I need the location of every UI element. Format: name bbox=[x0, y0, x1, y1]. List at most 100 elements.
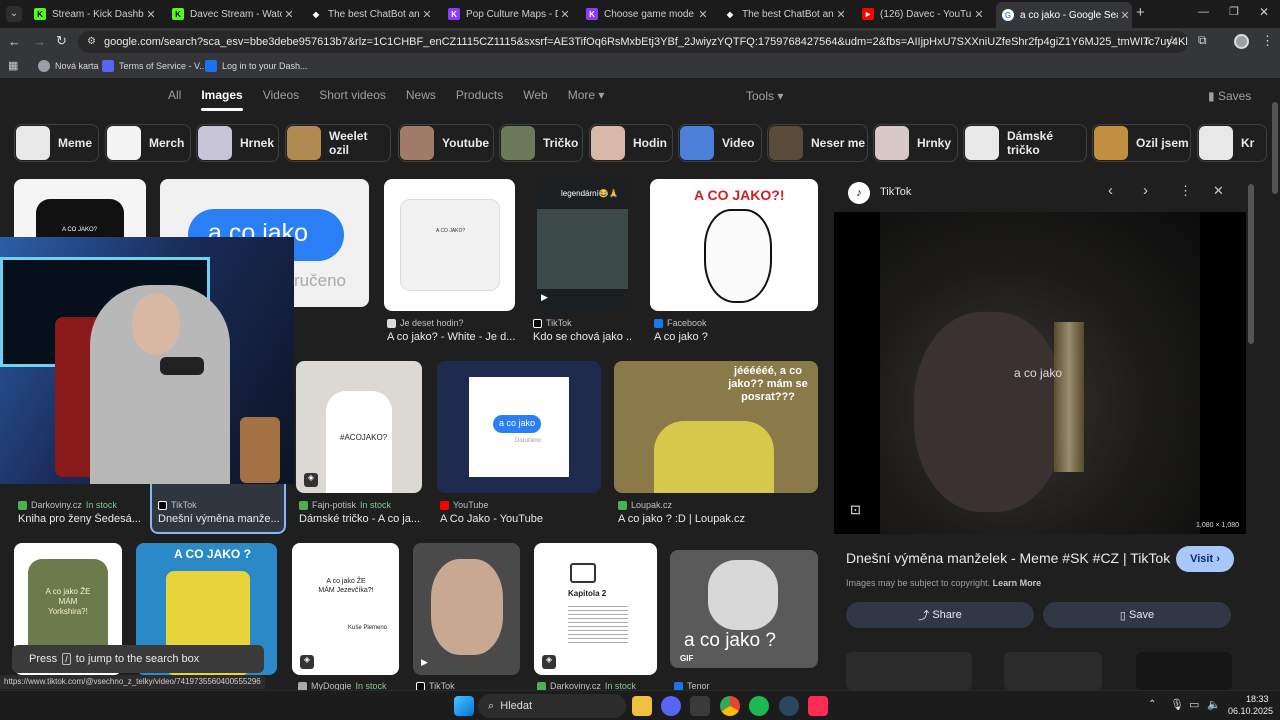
extensions-icon[interactable]: ⧉ bbox=[1198, 33, 1207, 48]
result-source[interactable]: Loupak.cz bbox=[618, 500, 672, 510]
tab-chatbot-1[interactable]: ◆ The best ChatBot and Wi ✕ bbox=[306, 2, 434, 26]
result-image-bubble-small[interactable]: a co jako Doručeno bbox=[437, 361, 601, 493]
page-scrollbar[interactable] bbox=[1272, 102, 1278, 194]
new-tab-button[interactable]: + bbox=[1136, 4, 1145, 21]
taskbar-search[interactable]: ⌕ Hledat bbox=[478, 694, 626, 718]
panel-scrollbar[interactable] bbox=[1248, 184, 1254, 344]
steam-icon[interactable] bbox=[779, 696, 799, 716]
result-caption[interactable]: A co jako? - White - Je d... bbox=[387, 331, 517, 343]
chip-meme[interactable]: Meme bbox=[14, 124, 99, 162]
close-tab-icon[interactable]: ✕ bbox=[1118, 9, 1132, 22]
result-source[interactable]: Tenor bbox=[674, 681, 710, 690]
result-caption[interactable]: Dnešní výměna manže... bbox=[158, 513, 282, 525]
tab-google-search[interactable]: G a co jako - Google Search ✕ bbox=[996, 2, 1132, 28]
tab-game-mode[interactable]: K Choose game mode - Kal ✕ bbox=[582, 2, 710, 26]
panel-source[interactable]: TikTok bbox=[880, 186, 911, 198]
tiktok-live-icon[interactable] bbox=[808, 696, 828, 716]
microphone-icon[interactable]: 🎙 bbox=[1170, 698, 1184, 711]
bookmark-new-tab[interactable]: Nová karta bbox=[38, 60, 99, 72]
result-source[interactable]: Fajn-potisk In stock bbox=[299, 500, 391, 510]
site-info-icon[interactable]: ⚙ bbox=[87, 31, 96, 53]
result-image-tshirt-white[interactable]: A CO JAKO? bbox=[384, 179, 515, 311]
restore-button[interactable]: ❐ bbox=[1229, 5, 1239, 18]
close-tab-icon[interactable]: ✕ bbox=[972, 8, 986, 21]
close-tab-icon[interactable]: ✕ bbox=[696, 8, 710, 21]
chip-hodin[interactable]: Hodin bbox=[589, 124, 673, 162]
close-panel-icon[interactable]: ✕ bbox=[1213, 183, 1224, 199]
close-tab-icon[interactable]: ✕ bbox=[558, 8, 572, 21]
result-image-white-shirt[interactable]: A co jako ŽE MÁM Jezevčíka?! Kuše Plemen… bbox=[292, 543, 399, 675]
related-thumb[interactable] bbox=[1136, 652, 1232, 690]
close-tab-icon[interactable]: ✕ bbox=[282, 8, 296, 21]
result-image-goat[interactable]: a co jako ? GIF bbox=[670, 550, 818, 668]
volume-icon[interactable]: 🔈 bbox=[1207, 698, 1221, 711]
chip-hrnky[interactable]: Hrnky bbox=[873, 124, 958, 162]
tab-search-menu[interactable]: ⌄ bbox=[6, 6, 22, 22]
tab-youtube[interactable]: ▶ (126) Davec - YouTube ✕ bbox=[858, 2, 986, 26]
tab-kick-dashboard[interactable]: K Stream - Kick Dashboard ✕ bbox=[30, 2, 158, 26]
chip-neser-me[interactable]: Neser me bbox=[767, 124, 868, 162]
panel-title[interactable]: Dnešní výměna manželek - Meme #SK #CZ | … bbox=[846, 550, 1170, 566]
result-source[interactable]: Facebook bbox=[654, 318, 707, 328]
more-options-icon[interactable]: ⋮ bbox=[1179, 183, 1192, 199]
result-source[interactable]: TikTok bbox=[416, 681, 455, 690]
tab-products[interactable]: Products bbox=[456, 88, 503, 108]
result-image-meme-face[interactable]: A CO JAKO?! bbox=[650, 179, 818, 311]
preview-image[interactable]: a co jako ⊡ 1,080 × 1,080 bbox=[834, 212, 1246, 534]
chip-tricko[interactable]: Tričko bbox=[499, 124, 583, 162]
result-image-tiktok[interactable]: legendární😂🙏 ▶ bbox=[537, 179, 628, 310]
close-tab-icon[interactable]: ✕ bbox=[834, 8, 848, 21]
chip-merch[interactable]: Merch bbox=[105, 124, 191, 162]
result-image-book[interactable]: Kapitola 2 ◈ bbox=[534, 543, 657, 675]
chip-damske-tricko[interactable]: Dámské tričko bbox=[963, 124, 1087, 162]
result-caption[interactable]: A co jako ? bbox=[654, 331, 814, 343]
display-icon[interactable]: ▭ bbox=[1189, 698, 1199, 711]
previous-icon[interactable]: ‹ bbox=[1108, 182, 1113, 199]
close-tab-icon[interactable]: ✕ bbox=[144, 8, 158, 21]
result-caption[interactable]: Kdo se chová jako ... bbox=[533, 331, 633, 343]
close-tab-icon[interactable]: ✕ bbox=[420, 8, 434, 21]
address-bar[interactable]: ⚙ google.com/search?sca_esv=bbe3debe9576… bbox=[78, 31, 1188, 53]
related-thumb[interactable] bbox=[846, 652, 972, 690]
result-caption[interactable]: A Co Jako - YouTube bbox=[440, 513, 600, 525]
bookmark-star-icon[interactable]: ☆ bbox=[1166, 33, 1178, 49]
apps-grid-icon[interactable]: ▦ bbox=[8, 59, 18, 72]
tab-short-videos[interactable]: Short videos bbox=[319, 88, 386, 108]
save-button[interactable]: ▯ Save bbox=[1043, 602, 1231, 628]
result-source[interactable]: Darkoviny.cz In stock bbox=[18, 500, 117, 510]
tab-more[interactable]: More ▾ bbox=[568, 88, 605, 108]
result-image-smiling-man[interactable]: ▶ bbox=[413, 543, 520, 675]
minimize-button[interactable]: — bbox=[1198, 6, 1209, 18]
chip-weelet-ozil[interactable]: Weelet ozil bbox=[285, 124, 391, 162]
file-explorer-icon[interactable] bbox=[632, 696, 652, 716]
share-button[interactable]: ⤴ Share bbox=[846, 602, 1034, 628]
chip-hrnek[interactable]: Hrnek bbox=[196, 124, 279, 162]
chrome-icon[interactable] bbox=[720, 696, 740, 716]
spotify-icon[interactable] bbox=[749, 696, 769, 716]
tab-kick-stream[interactable]: K Davec Stream - Watch Live ✕ bbox=[168, 2, 296, 26]
chip-youtube[interactable]: Youtube bbox=[398, 124, 494, 162]
close-window-button[interactable]: ✕ bbox=[1259, 5, 1269, 19]
reload-icon[interactable]: ↻ bbox=[56, 33, 67, 49]
capture-app-icon[interactable] bbox=[690, 696, 710, 716]
tab-pop-culture[interactable]: K Pop Culture Maps - Detail ✕ bbox=[444, 2, 572, 26]
result-source[interactable]: MyDoggie In stock bbox=[298, 681, 387, 690]
forward-icon[interactable]: → bbox=[33, 34, 46, 49]
windows-start-icon[interactable] bbox=[454, 696, 474, 716]
profile-avatar[interactable] bbox=[1234, 34, 1249, 49]
lens-icon[interactable]: ⊡ bbox=[850, 502, 861, 518]
chip-ozil-jsem[interactable]: Ozil jsem bbox=[1092, 124, 1191, 162]
chip-kr[interactable]: Kr bbox=[1197, 124, 1267, 162]
result-source[interactable]: TikTok bbox=[158, 500, 197, 510]
result-caption[interactable]: Dámské tričko - A co ja... bbox=[299, 513, 423, 525]
learn-more-link[interactable]: Learn More bbox=[993, 578, 1042, 588]
zoom-icon[interactable]: ⌕ bbox=[1144, 34, 1151, 49]
tools-button[interactable]: Tools ▾ bbox=[746, 89, 783, 103]
bookmark-dashboard[interactable]: Log in to your Dash... bbox=[205, 60, 308, 72]
visit-button[interactable]: Visit › bbox=[1176, 546, 1234, 572]
result-image-woman-shirt[interactable]: #ACOJAKO? ◈ bbox=[296, 361, 422, 493]
bookmark-terms[interactable]: Terms of Service - V... bbox=[102, 60, 207, 72]
result-image-yellow-woman[interactable]: jéééééé, a co jako?? mám se posrat??? bbox=[614, 361, 818, 493]
discord-icon[interactable] bbox=[661, 696, 681, 716]
tab-web[interactable]: Web bbox=[523, 88, 547, 108]
